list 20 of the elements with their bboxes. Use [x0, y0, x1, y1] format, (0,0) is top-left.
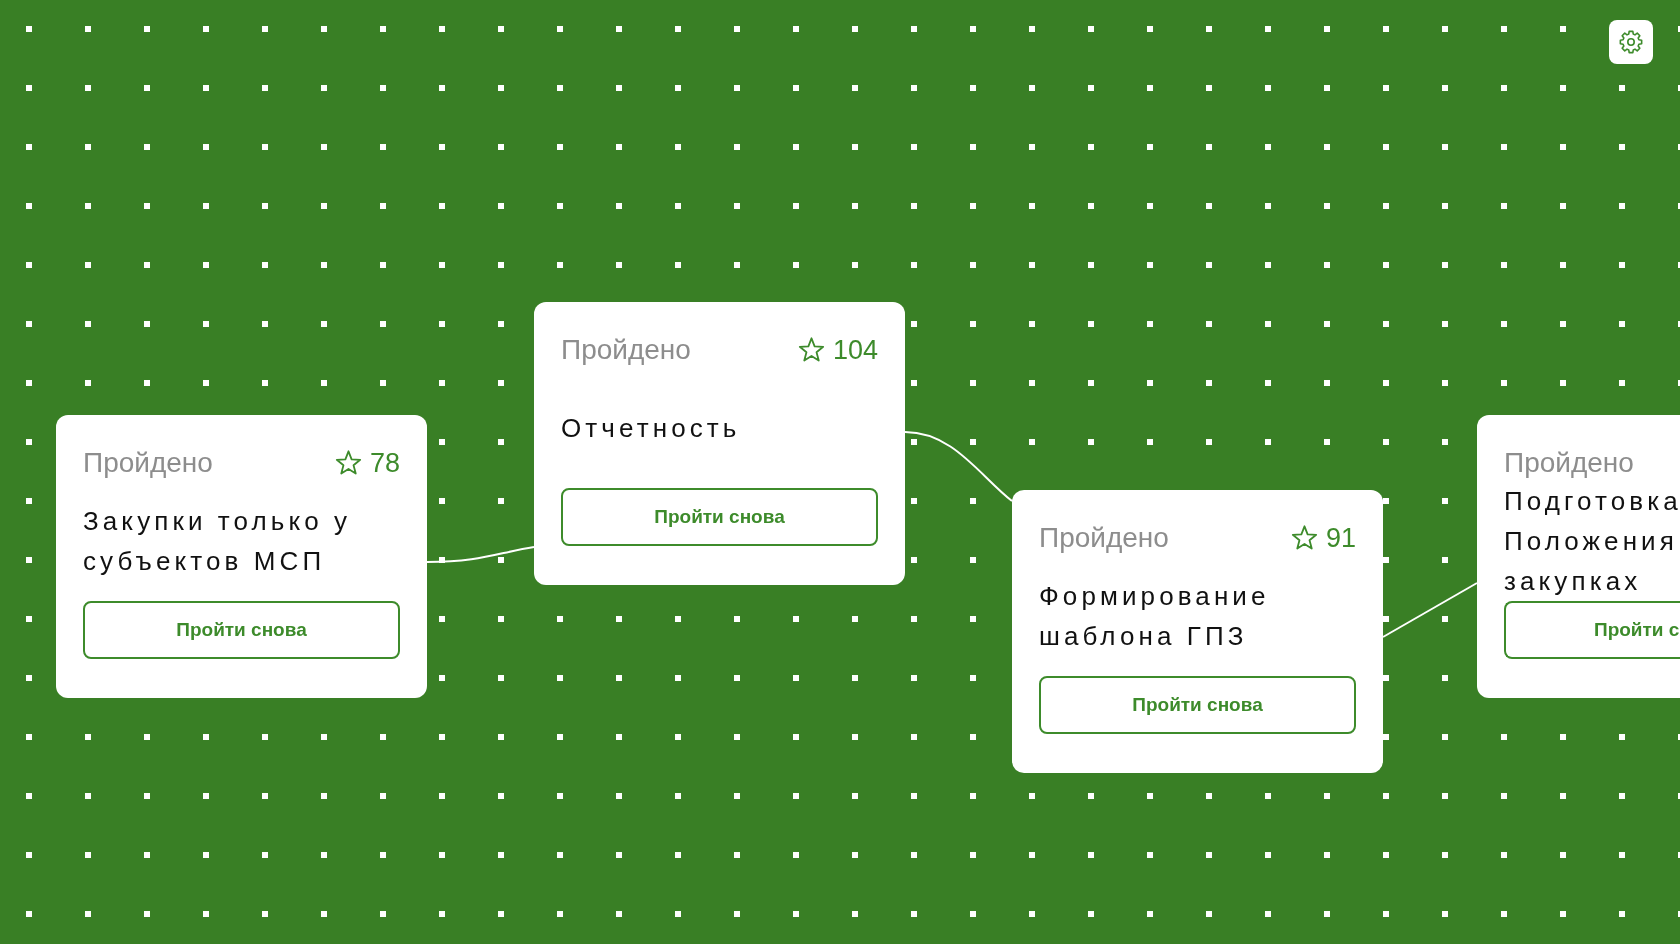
status-label: Пройдено	[561, 336, 691, 364]
lesson-title: Подготовка Положения закупках	[1504, 485, 1680, 598]
star-icon	[797, 337, 825, 363]
score-value: 91	[1325, 524, 1356, 552]
retry-button[interactable]: Пройти снова	[1039, 676, 1356, 734]
status-label: Пройдено	[1039, 524, 1169, 552]
star-icon	[1290, 525, 1318, 551]
lesson-title: Отчетность	[561, 412, 741, 445]
retry-button[interactable]: Пройти снова	[83, 601, 400, 659]
retry-button[interactable]: Пройти с	[1504, 601, 1680, 659]
settings-icon	[1619, 30, 1643, 54]
lesson-title: Закупки только у субъектов МСП	[83, 505, 353, 578]
score-value: 78	[369, 449, 400, 477]
retry-button[interactable]: Пройти снова	[561, 488, 878, 546]
status-label: Пройдено	[83, 449, 213, 477]
lesson-title: Формирование шаблона ГПЗ	[1039, 580, 1271, 653]
settings-button[interactable]	[1609, 20, 1653, 64]
status-label: Пройдено	[1504, 449, 1634, 477]
star-icon	[334, 450, 362, 476]
score-value: 104	[832, 336, 878, 364]
